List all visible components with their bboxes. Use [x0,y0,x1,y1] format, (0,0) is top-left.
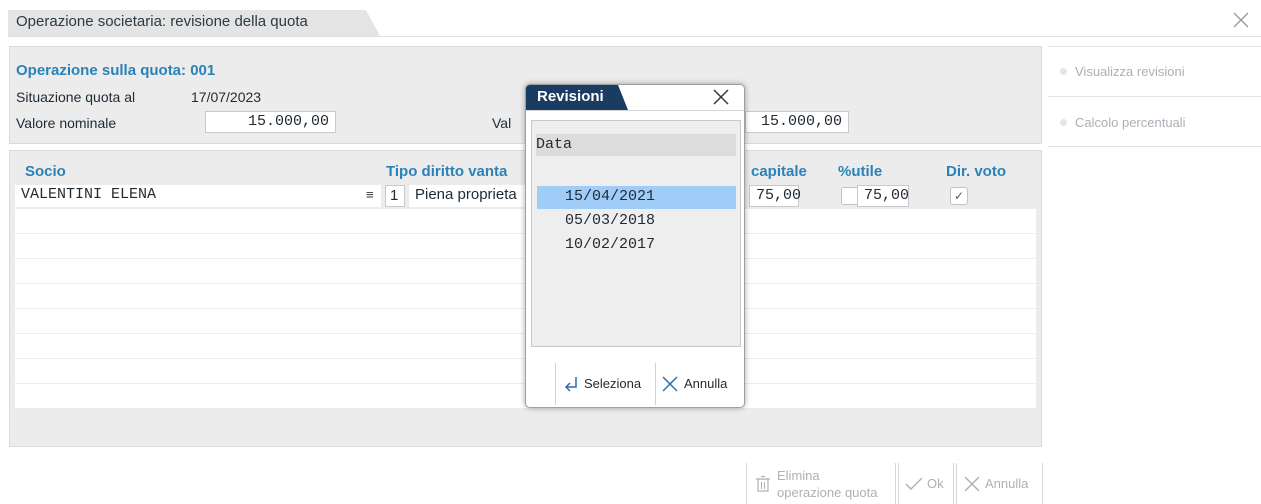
window-title: Operazione societaria: revisione della q… [8,10,380,36]
select-label: Seleziona [584,376,642,391]
calc-percent-label: Calcolo percentuali [1075,115,1186,130]
check-icon [905,477,923,490]
socio-cell[interactable]: VALENTINI ELENA [15,185,381,207]
nominal-label: Valore nominale [16,115,117,131]
select-button[interactable]: Seleziona [564,363,641,404]
col-tipo-diritto: Tipo diritto vanta [386,163,508,180]
side-divider [1048,46,1261,47]
view-revisions-label: Visualizza revisioni [1075,64,1185,79]
title-bar: Operazione societaria: revisione della q… [0,0,1261,40]
list-item[interactable]: 05/03/2018 [537,210,736,233]
enter-icon [564,376,577,392]
dialog-divider [526,110,744,111]
trash-icon [756,475,770,492]
view-revisions-button[interactable]: Visualizza revisioni [1060,64,1185,79]
tipo-code-cell[interactable]: 1 [385,185,405,207]
nominal-value-field[interactable]: 15.000,00 [205,111,336,133]
ok-label: Ok [927,476,944,491]
col-capitale: capitale [751,163,807,180]
col-utile: %utile [838,163,883,180]
situation-label: Situazione quota al [16,89,136,105]
situation-date: 17/07/2023 [191,89,262,105]
close-icon[interactable] [1231,10,1251,30]
delete-label-line2: operazione quota [777,484,878,500]
calc-percent-button[interactable]: Calcolo percentuali [1060,115,1186,130]
list-item[interactable]: 10/02/2017 [537,234,736,257]
list-item[interactable]: 15/04/2021 [537,186,736,209]
dialog-cancel-label: Annulla [684,376,728,391]
cancel-button[interactable]: Annulla [956,463,1043,504]
button-divider [555,363,556,405]
delete-operation-button[interactable]: Elimina operazione quota [746,463,896,504]
col-dir-voto: Dir. voto [946,163,1007,180]
dot-icon [1060,119,1067,126]
revisions-list[interactable]: Data 15/04/2021 05/03/2018 10/02/2017 [531,120,741,347]
second-value-label: Val [492,115,512,131]
revisions-dialog: Revisioni Data 15/04/2021 05/03/2018 10/… [525,84,745,408]
button-divider [655,363,656,405]
close-icon[interactable] [712,88,730,106]
list-header-data: Data [536,134,736,156]
side-divider [1048,146,1261,147]
side-divider [1048,96,1261,97]
dialog-cancel-button[interactable]: Annulla [662,363,727,404]
operation-title: Operazione sulla quota: 001 [16,62,216,79]
dot-icon [1060,68,1067,75]
menu-icon[interactable]: ≡ [366,187,374,202]
title-divider [8,36,1261,37]
utile-cell[interactable]: 75,00 [857,185,909,207]
close-icon [662,375,678,392]
dir-voto-checkbox[interactable]: ✓ [950,187,968,205]
tipo-desc-cell: Piena proprieta [409,185,529,207]
capitale-cell[interactable]: 75,00 [749,185,801,207]
ok-button[interactable]: Ok [898,463,954,504]
close-icon [964,476,980,491]
dialog-title: Revisioni [526,85,628,110]
delete-label-line1: Elimina [777,467,820,483]
cancel-label: Annulla [985,476,1029,491]
second-value-field[interactable]: 15.000,00 [745,111,849,133]
col-socio: Socio [25,163,66,180]
